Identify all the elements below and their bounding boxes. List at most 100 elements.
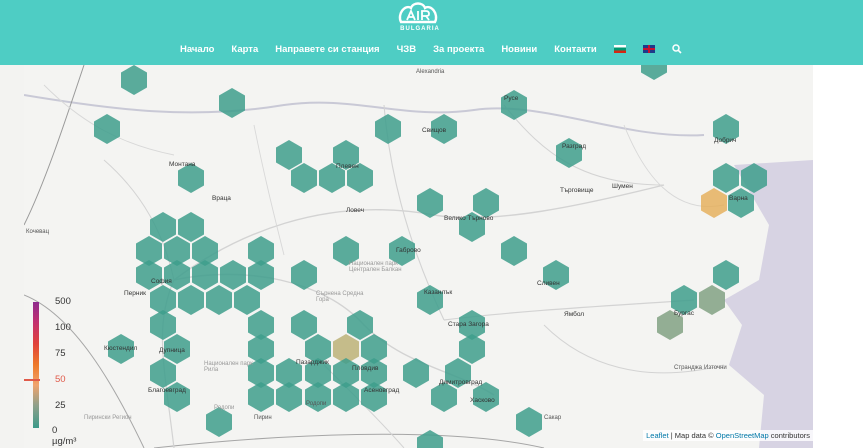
legend-tick: 500 bbox=[55, 296, 71, 307]
logo-text: BULGARIA bbox=[400, 26, 440, 32]
air-quality-hex-cell[interactable] bbox=[641, 65, 667, 80]
city-label: Кочевац bbox=[26, 229, 50, 235]
osm-link[interactable]: OpenStreetMap bbox=[716, 431, 769, 440]
air-quality-hex-cell[interactable] bbox=[728, 188, 754, 218]
air-quality-hex-cell[interactable] bbox=[701, 188, 727, 218]
air-quality-hex-cell[interactable] bbox=[150, 358, 176, 388]
uk-flag-icon[interactable] bbox=[642, 45, 655, 53]
map-canvas[interactable]: София Ловеч Габрово Казанлък Стара Загор… bbox=[24, 65, 813, 448]
air-quality-hex-cell[interactable] bbox=[276, 140, 302, 170]
air-quality-hex-cell[interactable] bbox=[333, 382, 359, 412]
search-icon[interactable] bbox=[672, 44, 682, 54]
legend-tick: 75 bbox=[55, 348, 66, 359]
region-label: Национален парк Централен Балкан bbox=[349, 261, 402, 273]
leaflet-link[interactable]: Leaflet bbox=[646, 431, 669, 440]
nav-contacts[interactable]: Контакти bbox=[554, 44, 597, 55]
air-quality-hex-cell[interactable] bbox=[192, 260, 218, 290]
air-quality-hex-cell[interactable] bbox=[459, 334, 485, 364]
city-label: Монтана bbox=[169, 161, 196, 168]
air-quality-hex-layer[interactable] bbox=[24, 65, 813, 448]
air-quality-hex-cell[interactable] bbox=[403, 358, 429, 388]
air-quality-hex-cell[interactable] bbox=[501, 236, 527, 266]
air-quality-hex-cell[interactable] bbox=[121, 65, 147, 95]
city-label: Родопи bbox=[306, 401, 327, 407]
city-label: Асеновград bbox=[364, 387, 400, 394]
air-quality-hex-cell[interactable] bbox=[291, 310, 317, 340]
city-label: Ямбол bbox=[564, 311, 585, 318]
city-label: Димитровград bbox=[439, 379, 483, 386]
city-label: Източни bbox=[704, 365, 727, 371]
city-label: Разград bbox=[562, 143, 587, 150]
air-quality-hex-cell[interactable] bbox=[220, 260, 246, 290]
air-quality-hex-cell[interactable] bbox=[291, 260, 317, 290]
legend: 500 100 75 50 25 0 µg/m³ bbox=[24, 296, 84, 447]
legend-threshold-marker bbox=[24, 379, 40, 381]
nav-home[interactable]: Начало bbox=[180, 44, 214, 55]
air-quality-hex-cell[interactable] bbox=[516, 407, 542, 437]
city-label: Хасково bbox=[470, 397, 495, 404]
main-nav: Начало Карта Направете си станция ЧЗВ За… bbox=[180, 41, 682, 57]
legend-color-scale bbox=[33, 302, 39, 428]
air-quality-hex-cell[interactable] bbox=[150, 310, 176, 340]
city-label: Враца bbox=[212, 195, 231, 202]
legend-tick: 50 bbox=[55, 374, 66, 385]
air-quality-hex-cell[interactable] bbox=[741, 163, 767, 193]
city-label: Свищов bbox=[422, 127, 447, 134]
air-quality-hex-cell[interactable] bbox=[291, 163, 317, 193]
air-quality-hex-cell[interactable] bbox=[234, 285, 260, 315]
air-quality-hex-cell[interactable] bbox=[375, 114, 401, 144]
city-label: Плевен bbox=[336, 163, 359, 170]
air-quality-hex-cell[interactable] bbox=[248, 382, 274, 412]
region-label: Пирински Регион bbox=[84, 415, 132, 421]
city-label: Благоевград bbox=[148, 387, 186, 394]
city-label: Странджа bbox=[674, 365, 702, 371]
air-quality-hex-cell[interactable] bbox=[473, 188, 499, 218]
legend-tick: 25 bbox=[55, 400, 66, 411]
city-label: Стара Загора bbox=[448, 321, 489, 328]
air-quality-hex-cell[interactable] bbox=[347, 310, 373, 340]
legend-tick: 0 µg/m³ bbox=[52, 425, 77, 447]
attribution-suffix: contributors bbox=[768, 431, 810, 440]
city-label: Велико Търново bbox=[444, 215, 494, 222]
air-quality-hex-cell[interactable] bbox=[206, 285, 232, 315]
city-label: Варна bbox=[729, 195, 748, 202]
air-quality-hex-cell[interactable] bbox=[417, 188, 443, 218]
bulgarian-flag-icon[interactable] bbox=[613, 45, 626, 53]
air-quality-hex-cell[interactable] bbox=[219, 88, 245, 118]
air-quality-hex-cell[interactable] bbox=[248, 260, 274, 290]
air-quality-hex-cell[interactable] bbox=[164, 260, 190, 290]
city-label: Казанлък bbox=[424, 289, 453, 296]
city-label: Габрово bbox=[396, 247, 421, 254]
city-label: Кюстендил bbox=[104, 345, 138, 352]
city-label: Шумен bbox=[612, 183, 633, 190]
nav-build-station[interactable]: Направете си станция bbox=[275, 44, 379, 55]
city-label: Русе bbox=[504, 95, 519, 102]
air-quality-hex-cell[interactable] bbox=[431, 382, 457, 412]
air-quality-hex-cell[interactable] bbox=[276, 382, 302, 412]
air-quality-hex-cell[interactable] bbox=[150, 212, 176, 242]
air-quality-hex-cell[interactable] bbox=[206, 407, 232, 437]
city-label: Пазарджик bbox=[296, 359, 329, 366]
city-label: Ловеч bbox=[346, 207, 365, 214]
city-label: Alexandria bbox=[416, 69, 445, 75]
air-quality-hex-cell[interactable] bbox=[178, 212, 204, 242]
air-quality-hex-cell[interactable] bbox=[94, 114, 120, 144]
nav-map[interactable]: Карта bbox=[231, 44, 258, 55]
city-label: Пловдив bbox=[352, 365, 379, 372]
legend-tick: 100 bbox=[55, 322, 71, 333]
city-label: Добрич bbox=[714, 137, 737, 144]
nav-about[interactable]: За проекта bbox=[433, 44, 484, 55]
attribution-sep: | Map data © bbox=[668, 431, 716, 440]
air-quality-hex-cell[interactable] bbox=[713, 260, 739, 290]
nav-faq[interactable]: ЧЗВ bbox=[397, 44, 417, 55]
air-quality-hex-cell[interactable] bbox=[178, 285, 204, 315]
region-label: Национален парк Рила bbox=[204, 361, 253, 373]
air-quality-hex-cell[interactable] bbox=[305, 382, 331, 412]
nav-news[interactable]: Новини bbox=[501, 44, 537, 55]
city-label: Перник bbox=[124, 290, 146, 297]
air-quality-hex-cell[interactable] bbox=[136, 260, 162, 290]
air-quality-hex-cell[interactable] bbox=[417, 430, 443, 448]
air-quality-hex-cell[interactable] bbox=[699, 285, 725, 315]
city-label: Пирин bbox=[254, 415, 272, 421]
air-quality-hex-cell[interactable] bbox=[713, 163, 739, 193]
